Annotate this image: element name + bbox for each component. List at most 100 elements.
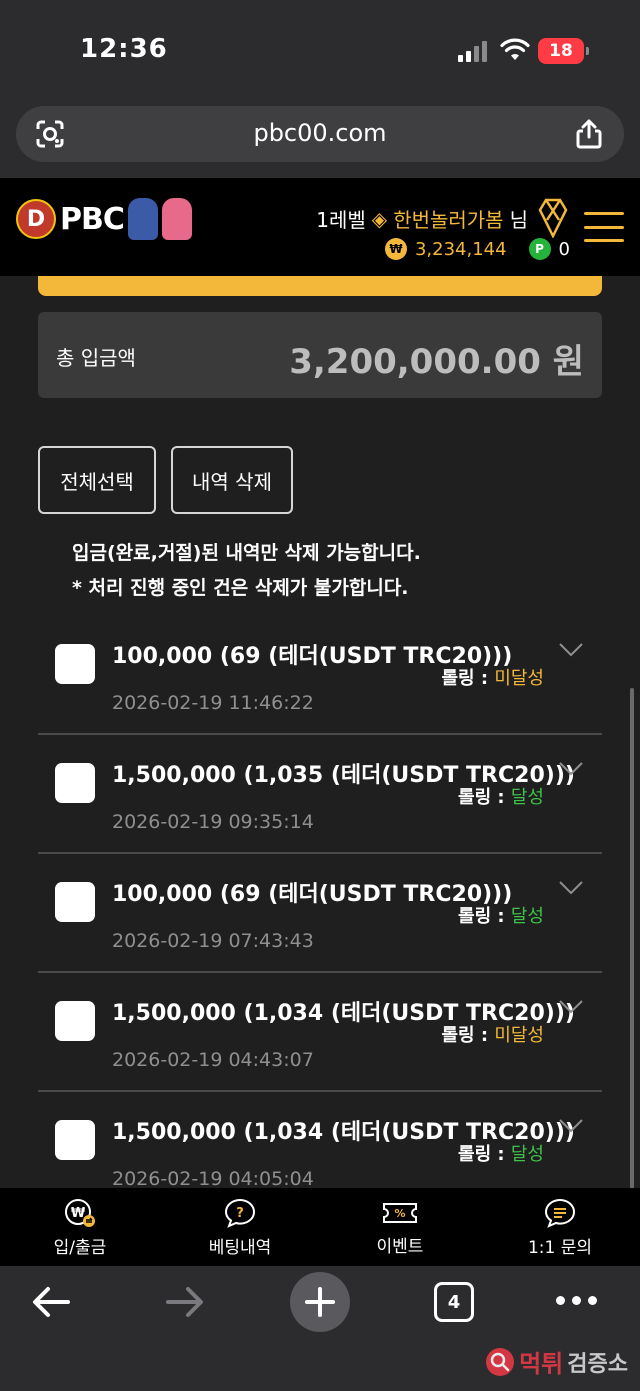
event-ticket-icon: % <box>383 1202 417 1223</box>
hamburger-menu-icon[interactable] <box>584 212 624 242</box>
svg-text:%: % <box>394 1207 405 1220</box>
chevron-down-icon[interactable] <box>558 999 584 1015</box>
user-honorific: 님 <box>509 208 528 232</box>
transaction-row[interactable]: 1,500,000 (1,034 (테더(USDT TRC20))) 롤링 : … <box>38 973 602 1092</box>
more-options-icon[interactable] <box>556 1296 597 1305</box>
rolling-label: 롤링 : <box>441 668 495 689</box>
url-text[interactable]: pbc00.com <box>16 119 624 147</box>
point-icon: P <box>528 238 551 260</box>
nav-label: 1:1 문의 <box>527 1237 593 1258</box>
site-header: D PBC 1레벨 ◈ 한번놀러가봄 님 ₩ 3,234,144 P 0 <box>0 178 640 276</box>
transaction-list: 100,000 (69 (테더(USDT TRC20))) 롤링 : 미달성 2… <box>38 616 602 1188</box>
rolling-label: 롤링 : <box>458 906 511 927</box>
deposit-withdraw-icon: ₩ <box>65 1198 95 1227</box>
rolling-status: 롤링 : 달성 <box>458 902 544 928</box>
rolling-status: 롤링 : 달성 <box>458 1140 544 1166</box>
status-bar: 12:36 18 <box>0 0 640 100</box>
total-deposit-label: 총 입금액 <box>56 346 136 370</box>
logo-emblem: D <box>16 199 56 239</box>
tab-switcher-button[interactable]: 4 <box>434 1282 474 1322</box>
rolling-label: 롤링 : <box>441 1025 495 1046</box>
nav-event[interactable]: % 이벤트 <box>320 1188 480 1266</box>
row-checkbox[interactable] <box>55 763 95 803</box>
logo-character-left <box>127 198 158 240</box>
select-all-button[interactable]: 전체선택 <box>38 446 156 514</box>
transaction-date: 2026-02-19 07:43:43 <box>112 930 314 952</box>
notice-line: * 처리 진행 중인 건은 삭제가 불가합니다. <box>72 577 409 599</box>
status-time: 12:36 <box>80 34 168 64</box>
transaction-date: 2026-02-19 04:05:04 <box>112 1168 314 1188</box>
row-checkbox[interactable] <box>55 644 95 684</box>
notice-line: 입금(완료,거절)된 내역만 삭제 가능합니다. <box>72 542 421 564</box>
cellular-signal-icon <box>458 40 487 62</box>
svg-text:?: ? <box>236 1206 244 1221</box>
magnifier-badge-icon <box>486 1347 515 1376</box>
forward-arrow-icon[interactable] <box>164 1282 206 1322</box>
watermark-main: 먹튀 <box>519 1350 564 1378</box>
transaction-row[interactable]: 1,500,000 (1,034 (테더(USDT TRC20))) 롤링 : … <box>38 1092 602 1188</box>
row-checkbox[interactable] <box>55 1120 95 1160</box>
bottom-navigation: ₩ 입/출금 ? 베팅내역 % 이벤트 1:1 문의 <box>0 1188 640 1266</box>
user-nickname: 한번놀러가봄 <box>393 208 504 232</box>
rolling-status: 롤링 : 미달성 <box>441 1021 544 1047</box>
site-logo[interactable]: D PBC <box>16 198 192 240</box>
rolling-status-value: 미달성 <box>494 668 544 689</box>
betting-history-icon: ? <box>224 1198 256 1228</box>
chevron-down-icon[interactable] <box>558 761 584 777</box>
page-scrollbar[interactable] <box>630 688 634 1188</box>
total-deposit-box: 총 입금액 3,200,000.00 원 <box>38 312 602 398</box>
nav-label: 이벤트 <box>376 1236 424 1257</box>
transaction-date: 2026-02-19 04:43:07 <box>112 1049 314 1071</box>
rolling-status-value: 달성 <box>510 787 544 808</box>
browser-address-area: pbc00.com <box>0 100 640 178</box>
chevron-down-icon[interactable] <box>558 1118 584 1134</box>
total-deposit-value: 3,200,000.00 원 <box>289 342 584 382</box>
level-diamond-icon: ◈ <box>371 206 388 231</box>
rolling-label: 롤링 : <box>458 1144 511 1165</box>
user-info: 1레벨 ◈ 한번놀러가봄 님 <box>316 204 528 233</box>
nav-label: 입/출금 <box>53 1237 107 1258</box>
transaction-row[interactable]: 1,500,000 (1,035 (테더(USDT TRC20))) 롤링 : … <box>38 735 602 854</box>
nav-inquiry[interactable]: 1:1 문의 <box>480 1188 640 1266</box>
chevron-down-icon[interactable] <box>558 642 584 658</box>
logo-wordmark: PBC <box>60 201 125 237</box>
tab-highlight-strip <box>38 276 602 296</box>
chevron-down-icon[interactable] <box>558 880 584 896</box>
nav-label: 베팅내역 <box>208 1237 272 1258</box>
rolling-label: 롤링 : <box>458 787 511 808</box>
address-bar[interactable]: pbc00.com <box>16 106 624 162</box>
transaction-amount: 100,000 (69 (테더(USDT TRC20))) <box>112 882 513 907</box>
delete-history-button[interactable]: 내역 삭제 <box>171 446 293 514</box>
wifi-icon <box>500 38 530 60</box>
user-level: 1레벨 <box>316 208 366 232</box>
point-balance: 0 <box>558 238 570 260</box>
rolling-status-value: 미달성 <box>494 1025 544 1046</box>
medal-icon[interactable] <box>538 198 568 238</box>
transaction-row[interactable]: 100,000 (69 (테더(USDT TRC20))) 롤링 : 미달성 2… <box>38 616 602 735</box>
rolling-status-value: 달성 <box>510 1144 544 1165</box>
money-balance: 3,234,144 <box>414 238 507 260</box>
balance-info: ₩ 3,234,144 P 0 <box>384 238 570 260</box>
share-icon[interactable] <box>574 118 604 150</box>
watermark-sub: 검증소 <box>567 1351 628 1377</box>
plus-icon <box>305 1287 335 1317</box>
rolling-status: 롤링 : 미달성 <box>441 664 544 690</box>
watermark: 먹튀 검증소 <box>485 1344 628 1379</box>
transaction-date: 2026-02-19 11:46:22 <box>112 692 314 714</box>
rolling-status: 롤링 : 달성 <box>458 783 544 809</box>
nav-betting-history[interactable]: ? 베팅내역 <box>160 1188 320 1266</box>
browser-toolbar: 4 먹튀 검증소 <box>0 1266 640 1391</box>
transaction-date: 2026-02-19 09:35:14 <box>112 811 314 833</box>
logo-character-right <box>161 198 192 240</box>
back-arrow-icon[interactable] <box>30 1282 72 1322</box>
rolling-status-value: 달성 <box>510 906 544 927</box>
battery-indicator: 18 <box>538 38 589 64</box>
coin-icon: ₩ <box>384 238 407 260</box>
row-checkbox[interactable] <box>55 882 95 922</box>
transaction-row[interactable]: 100,000 (69 (테더(USDT TRC20))) 롤링 : 달성 20… <box>38 854 602 973</box>
chat-inquiry-icon <box>544 1198 576 1228</box>
deposit-history-content: 총 입금액 3,200,000.00 원 전체선택 내역 삭제 입금(완료,거절… <box>0 276 640 1188</box>
row-checkbox[interactable] <box>55 1001 95 1041</box>
nav-deposit-withdraw[interactable]: ₩ 입/출금 <box>0 1188 160 1266</box>
new-tab-button[interactable] <box>290 1272 350 1332</box>
